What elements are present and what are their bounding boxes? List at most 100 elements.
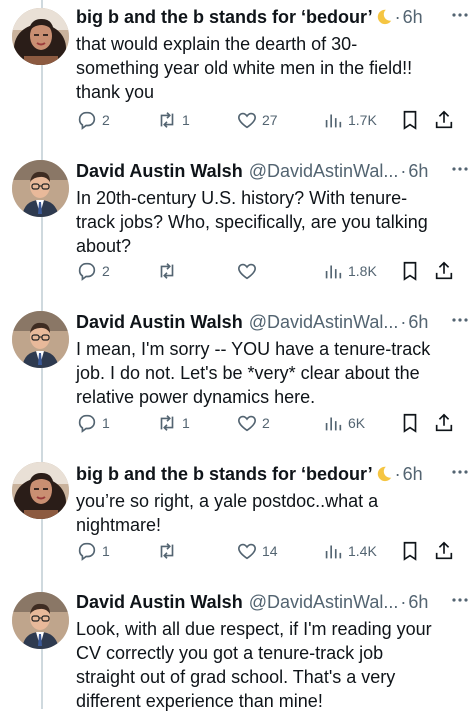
retweet-button[interactable] — [156, 539, 182, 563]
tweet-text-line: something year old white men in the fiel… — [76, 58, 413, 78]
like-button[interactable]: 27 — [236, 108, 278, 132]
retweet-icon — [160, 263, 174, 279]
heart-icon — [238, 112, 256, 129]
views-button[interactable]: 6K — [322, 411, 365, 435]
tweet-text-line: nightmare! — [76, 515, 162, 535]
more-icon[interactable] — [450, 159, 470, 179]
like-button[interactable]: 14 — [236, 539, 278, 563]
heart-icon — [238, 543, 256, 560]
author-handle[interactable]: @DavidAstinWal... — [249, 592, 399, 613]
retweet-button[interactable]: 1 — [156, 411, 190, 435]
tweet-header: big b and the b stands for ‘bedour’ · 6h — [76, 459, 468, 489]
share-button[interactable] — [433, 259, 455, 283]
reply-button[interactable]: 1 — [76, 411, 110, 435]
tweet-text: you’re so right, a yale postdoc..what a … — [76, 489, 456, 537]
author-handle[interactable]: @DavidAstinWal... — [249, 312, 399, 333]
views-icon — [325, 545, 342, 559]
like-count: 14 — [262, 543, 278, 559]
tweet-text: In 20th-century U.S. history? With tenur… — [76, 186, 456, 258]
timestamp[interactable]: 6h — [403, 464, 423, 485]
avatar[interactable] — [12, 592, 69, 649]
retweet-button[interactable] — [156, 259, 182, 283]
tweet-text-line: you’re so right, a yale postdoc..what a — [76, 491, 379, 511]
timestamp[interactable]: 6h — [403, 7, 423, 28]
reply-button[interactable]: 2 — [76, 108, 110, 132]
separator-dot: · — [400, 591, 407, 612]
tweet[interactable]: big b and the b stands for ‘bedour’ · 6h… — [0, 2, 474, 152]
reply-button[interactable]: 1 — [76, 539, 110, 563]
retweet-count: 1 — [182, 415, 190, 431]
tweet-text-line: In 20th-century U.S. history? With tenur… — [76, 188, 408, 208]
author-name[interactable]: David Austin Walsh — [76, 161, 243, 182]
avatar[interactable] — [12, 160, 69, 217]
author-name[interactable]: David Austin Walsh — [76, 592, 243, 613]
reply-icon — [78, 542, 96, 561]
tweet[interactable]: big b and the b stands for ‘bedour’ · 6h… — [0, 459, 474, 584]
reply-count: 2 — [102, 263, 110, 279]
more-icon[interactable] — [450, 462, 470, 482]
action-bar: 2 1 27 1.7K — [76, 108, 466, 132]
tweet-text-line: Look, with all due respect, if I'm readi… — [76, 619, 432, 639]
share-button[interactable] — [433, 539, 455, 563]
tweet-header: David Austin Walsh @DavidAstinWal... · 6… — [76, 587, 468, 617]
tweet[interactable]: David Austin Walsh @DavidAstinWal... · 6… — [0, 307, 474, 457]
views-button[interactable]: 1.7K — [322, 108, 377, 132]
views-button[interactable]: 1.8K — [322, 259, 377, 283]
more-icon[interactable] — [450, 5, 470, 25]
author-handle[interactable]: @DavidAstinWal... — [249, 161, 399, 182]
like-button[interactable]: 2 — [236, 411, 270, 435]
tweet-text-line: thank you — [76, 82, 155, 102]
author-name[interactable]: David Austin Walsh — [76, 312, 243, 333]
avatar[interactable] — [12, 311, 69, 368]
retweet-button[interactable]: 1 — [156, 108, 190, 132]
tweet[interactable]: David Austin Walsh @DavidAstinWal... · 6… — [0, 587, 474, 711]
reply-icon — [78, 111, 96, 130]
share-button[interactable] — [433, 411, 455, 435]
bookmark-button[interactable] — [399, 539, 421, 563]
tweet-text-line: relative power dynamics here. — [76, 387, 316, 407]
more-icon[interactable] — [450, 310, 470, 330]
views-count: 1.7K — [348, 112, 377, 128]
action-bar: 2 1.8K — [76, 259, 466, 283]
timestamp[interactable]: 6h — [408, 312, 428, 333]
tweet-text-line: different experience than mine! — [76, 691, 323, 711]
like-count: 2 — [262, 415, 270, 431]
reply-button[interactable]: 2 — [76, 259, 110, 283]
author-name[interactable]: big b and the b stands for ‘bedour’ — [76, 7, 373, 28]
share-button[interactable] — [433, 108, 455, 132]
views-button[interactable]: 1.4K — [322, 539, 377, 563]
bookmark-button[interactable] — [399, 411, 421, 435]
tweet-header: David Austin Walsh @DavidAstinWal... · 6… — [76, 307, 468, 337]
reply-icon — [78, 262, 96, 281]
reply-icon — [78, 414, 96, 433]
avatar[interactable] — [12, 462, 69, 519]
tweet-text: I mean, I'm sorry -- YOU have a tenure-t… — [76, 337, 456, 409]
tweet-text: Look, with all due respect, if I'm readi… — [76, 617, 456, 713]
separator-dot: · — [400, 311, 407, 332]
author-name[interactable]: big b and the b stands for ‘bedour’ — [76, 464, 373, 485]
crescent-moon-icon — [377, 466, 391, 482]
bookmark-button[interactable] — [399, 259, 421, 283]
views-icon — [325, 417, 342, 431]
share-icon — [435, 413, 453, 432]
like-button[interactable] — [236, 259, 262, 283]
reply-count: 2 — [102, 112, 110, 128]
bookmark-icon — [403, 541, 417, 561]
views-icon — [325, 114, 342, 128]
tweet-text-line: straight out of grad school. That's a ve… — [76, 667, 396, 687]
crescent-moon-icon — [377, 9, 391, 25]
tweet-text-line: track jobs? Who, specifically, are you t… — [76, 212, 428, 232]
action-bar: 1 1 2 6K — [76, 411, 466, 435]
views-count: 6K — [348, 415, 366, 431]
reply-count: 1 — [102, 543, 110, 559]
bookmark-button[interactable] — [399, 108, 421, 132]
tweet-text-line: job. I do not. Let's be *very* clear abo… — [76, 363, 420, 383]
separator-dot: · — [394, 6, 401, 27]
tweet[interactable]: David Austin Walsh @DavidAstinWal... · 6… — [0, 156, 474, 306]
timestamp[interactable]: 6h — [408, 592, 428, 613]
more-icon[interactable] — [450, 590, 470, 610]
timestamp[interactable]: 6h — [408, 161, 428, 182]
avatar[interactable] — [12, 8, 69, 65]
tweet-header: big b and the b stands for ‘bedour’ · 6h — [76, 2, 468, 32]
views-icon — [325, 265, 342, 279]
